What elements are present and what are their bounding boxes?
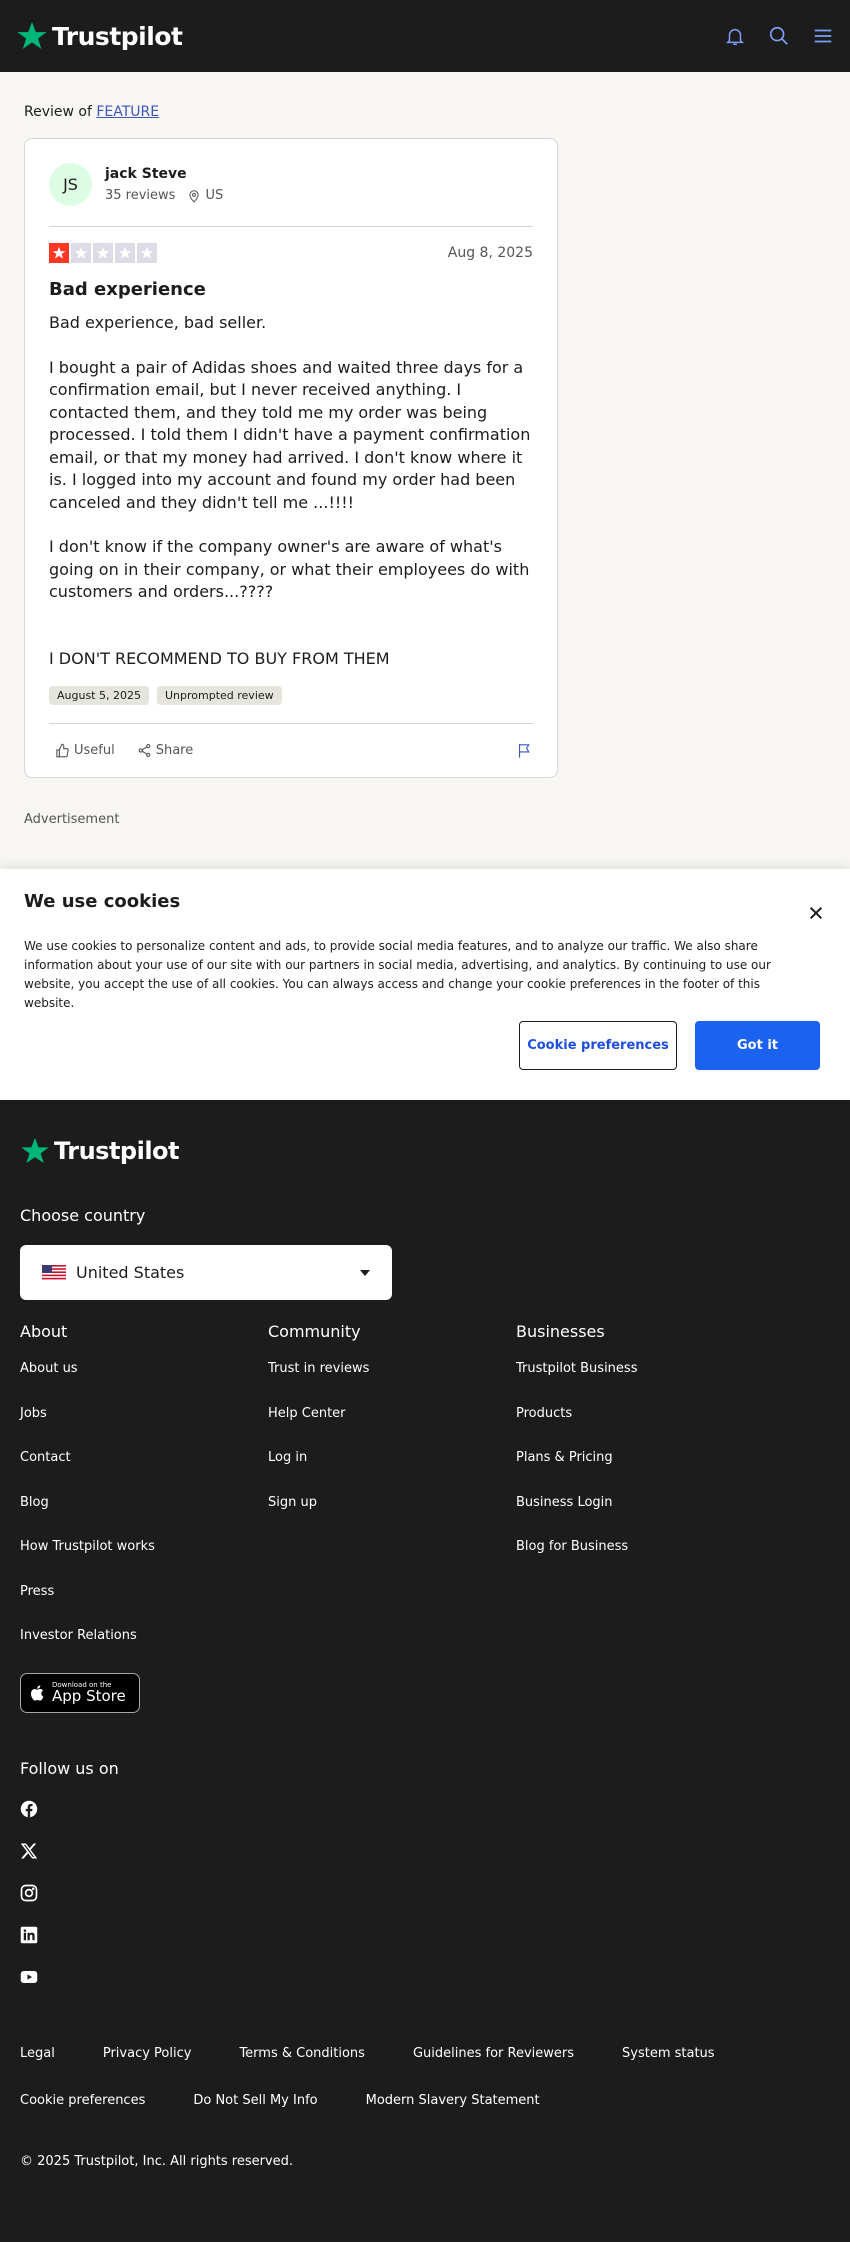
footer-link[interactable]: Blog for Business	[516, 1539, 764, 1584]
legal-links-row-1: Legal Privacy Policy Terms & Conditions …	[20, 2046, 830, 2061]
thumbs-up-icon	[56, 743, 69, 758]
legal-link[interactable]: Legal	[20, 2046, 55, 2061]
footer-link[interactable]: How Trustpilot works	[20, 1539, 268, 1584]
footer-link[interactable]: Business Login	[516, 1495, 764, 1540]
footer-link[interactable]: Sign up	[268, 1495, 516, 1540]
footer-link[interactable]: Help Center	[268, 1406, 516, 1451]
useful-button[interactable]: Useful	[55, 743, 115, 758]
main-content: Review of FEATURE JS jack Steve 35 revie…	[0, 72, 850, 869]
us-flag-icon	[42, 1264, 66, 1281]
review-card: JS jack Steve 35 reviews US Aug 8, 2025 …	[24, 138, 558, 778]
country-code: US	[205, 188, 224, 203]
footer-link[interactable]: Log in	[268, 1450, 516, 1495]
footer-link[interactable]: Press	[20, 1584, 268, 1629]
trustpilot-logo[interactable]: Trustpilot	[16, 20, 183, 52]
linkedin-icon[interactable]	[20, 1926, 38, 1944]
got-it-button[interactable]: Got it	[695, 1021, 820, 1070]
choose-country-label: Choose country	[20, 1206, 146, 1225]
star-empty-icon	[71, 243, 91, 263]
star-rating	[49, 243, 157, 263]
flag-icon[interactable]	[516, 742, 533, 759]
close-icon[interactable]	[808, 905, 824, 921]
terms-link[interactable]: Terms & Conditions	[239, 2046, 365, 2061]
instagram-icon[interactable]	[20, 1884, 38, 1902]
star-logo-icon	[21, 1137, 49, 1164]
star-empty-icon	[93, 243, 113, 263]
privacy-link[interactable]: Privacy Policy	[103, 2046, 192, 2061]
reviewer-info: JS jack Steve 35 reviews US	[49, 163, 533, 227]
top-bar: Trustpilot	[0, 0, 850, 72]
footer-link[interactable]: Plans & Pricing	[516, 1450, 764, 1495]
country-select[interactable]: United States	[20, 1245, 392, 1300]
location-pin-icon	[189, 189, 200, 203]
follow-label: Follow us on	[20, 1758, 119, 1778]
review-paragraph: I don't know if the company owner's are …	[49, 537, 530, 601]
cookie-preferences-button[interactable]: Cookie preferences	[519, 1021, 677, 1070]
review-body: Bad experience, bad seller. I bought a p…	[49, 312, 533, 670]
logo-text: Trustpilot	[52, 21, 183, 51]
footer-link[interactable]: Trustpilot Business	[516, 1361, 764, 1406]
unprompted-badge[interactable]: Unprompted review	[156, 686, 282, 705]
menu-icon[interactable]	[812, 25, 834, 47]
social-links	[20, 1800, 830, 2010]
selected-country: United States	[76, 1263, 185, 1282]
guidelines-link[interactable]: Guidelines for Reviewers	[413, 2046, 574, 2061]
cookie-banner: We use cookies We use cookies to persona…	[0, 869, 850, 1100]
footer-link[interactable]: Investor Relations	[20, 1628, 268, 1673]
footer-link[interactable]: Trust in reviews	[268, 1361, 516, 1406]
legal-links-row-2: Cookie preferences Do Not Sell My Info M…	[20, 2093, 830, 2108]
footer-col-about: About About us Jobs Contact Blog How Tru…	[20, 1322, 268, 1673]
review-paragraph: I bought a pair of Adidas shoes and wait…	[49, 357, 531, 512]
review-count: 35 reviews	[105, 188, 176, 203]
avatar[interactable]: JS	[49, 163, 92, 206]
footer-col-community: Community Trust in reviews Help Center L…	[268, 1322, 516, 1673]
share-button[interactable]: Share	[137, 743, 193, 758]
footer-columns: About About us Jobs Contact Blog How Tru…	[20, 1322, 830, 1673]
logo-text: Trustpilot	[54, 1137, 180, 1165]
star-empty-icon	[115, 243, 135, 263]
footer-link[interactable]: Products	[516, 1406, 764, 1451]
search-icon[interactable]	[768, 25, 790, 47]
bell-icon[interactable]	[724, 25, 746, 47]
reviewer-location: US	[187, 188, 223, 203]
system-status-link[interactable]: System status	[622, 2046, 715, 2061]
footer-logo[interactable]: Trustpilot	[20, 1136, 830, 1166]
footer-link[interactable]: About us	[20, 1361, 268, 1406]
cookie-preferences-link[interactable]: Cookie preferences	[20, 2093, 145, 2108]
review-paragraph: I DON'T RECOMMEND TO BUY FROM THEM	[49, 648, 390, 668]
cookie-title: We use cookies	[24, 891, 181, 912]
do-not-sell-link[interactable]: Do Not Sell My Info	[193, 2093, 317, 2108]
modern-slavery-link[interactable]: Modern Slavery Statement	[366, 2093, 540, 2108]
footer-link[interactable]: Blog	[20, 1495, 268, 1540]
company-link[interactable]: FEATURE	[96, 104, 159, 120]
star-filled-icon	[49, 243, 69, 263]
footer: Trustpilot Choose country United States …	[0, 1100, 850, 2219]
facebook-icon[interactable]	[20, 1800, 38, 1818]
app-store-big-text: App Store	[52, 1686, 126, 1705]
cookie-text: We use cookies to personalize content an…	[24, 939, 771, 1010]
experience-date-badge: August 5, 2025	[49, 686, 149, 705]
copyright: © 2025 Trustpilot, Inc. All rights reser…	[20, 2153, 294, 2169]
star-logo-icon	[17, 22, 47, 49]
review-title: Bad experience	[49, 279, 206, 300]
x-icon[interactable]	[20, 1842, 38, 1860]
app-store-button[interactable]: Download on the App Store	[20, 1672, 140, 1713]
review-context: Review of FEATURE	[24, 104, 160, 120]
apple-icon	[30, 1684, 44, 1701]
advertisement-label: Advertisement	[24, 812, 120, 827]
review-date: Aug 8, 2025	[447, 245, 533, 261]
footer-link[interactable]: Contact	[20, 1450, 268, 1495]
footer-link[interactable]: Jobs	[20, 1406, 268, 1451]
review-paragraph: Bad experience, bad seller.	[49, 313, 267, 332]
share-icon	[138, 744, 151, 757]
reviewer-name[interactable]: jack Steve	[105, 166, 223, 182]
caret-down-icon	[360, 1269, 370, 1276]
youtube-icon[interactable]	[20, 1968, 38, 1986]
footer-col-businesses: Businesses Trustpilot Business Products …	[516, 1322, 764, 1673]
star-empty-icon	[137, 243, 157, 263]
